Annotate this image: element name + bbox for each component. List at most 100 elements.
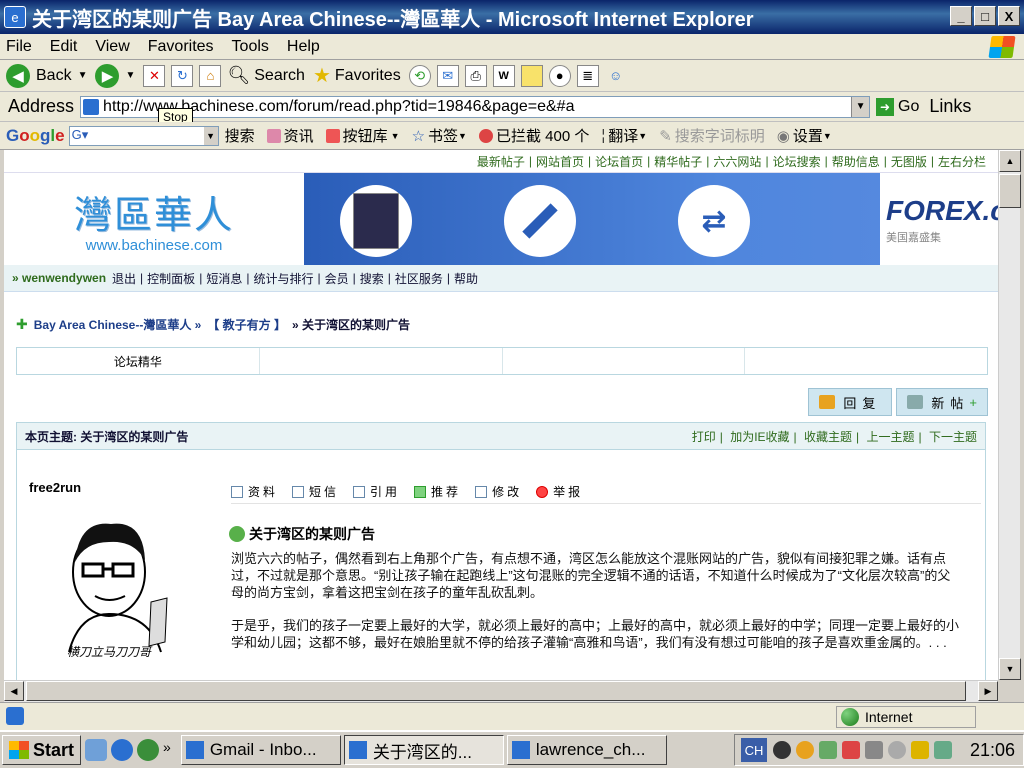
stats-link[interactable]: 统计与排行	[253, 270, 313, 287]
print-button[interactable]: ⎙	[464, 64, 487, 87]
messenger-tray-icon[interactable]	[819, 741, 837, 759]
popup-blocker[interactable]: 已拦截 400 个	[478, 125, 589, 146]
discuss-button[interactable]	[520, 64, 543, 87]
ie-icon: e	[4, 6, 26, 28]
address-input[interactable]: http://www.bachinese.com/forum/read.php?…	[80, 95, 871, 118]
archive-button[interactable]: ≣	[576, 64, 599, 87]
vertical-scrollbar[interactable]: ▲ ▼	[998, 150, 1021, 680]
add-ie-favorite-link[interactable]: 加为IE收藏	[730, 430, 789, 444]
nav-66[interactable]: 六六网站	[713, 153, 761, 170]
qq-tray-icon[interactable]	[773, 741, 791, 759]
profile-button[interactable]: 资料	[231, 483, 278, 500]
scroll-left-button[interactable]: ◀	[4, 681, 24, 701]
nav-help[interactable]: 帮助信息	[832, 153, 880, 170]
favorites-button[interactable]: ★ Favorites	[313, 63, 401, 88]
news-button[interactable]: 资讯	[266, 125, 314, 146]
hscroll-thumb[interactable]	[26, 681, 966, 701]
more-chevron-icon[interactable]: »	[163, 739, 171, 761]
message-button[interactable]: 短信	[292, 483, 339, 500]
print-link[interactable]: 打印	[692, 430, 716, 444]
menu-help[interactable]: Help	[287, 38, 320, 56]
back-button[interactable]: ◀ Back ▼	[6, 63, 87, 88]
task-forum[interactable]: 关于湾区的...	[343, 735, 504, 765]
go-button[interactable]: ➜ Go	[876, 97, 919, 116]
forward-button[interactable]: ▶ ▼	[95, 63, 135, 88]
horizontal-scrollbar[interactable]: ◀ ▶	[4, 680, 998, 702]
scroll-down-button[interactable]: ▼	[999, 658, 1021, 680]
media-player-icon[interactable]	[137, 739, 160, 761]
menu-tools[interactable]: Tools	[232, 38, 269, 56]
messages-link[interactable]: 短消息	[206, 270, 242, 287]
bookmarks-button[interactable]: ☆ 书签 ▼	[412, 125, 467, 146]
google-search-input[interactable]: G▾ ▼	[68, 125, 219, 146]
nav-home[interactable]: 网站首页	[536, 153, 584, 170]
nav-split[interactable]: 左右分栏	[938, 153, 986, 170]
report-button[interactable]: 举报	[536, 483, 583, 500]
ie-icon[interactable]	[111, 739, 134, 761]
site-logo[interactable]: 灣區華人 www.bachinese.com	[4, 173, 304, 265]
scroll-thumb[interactable]	[999, 174, 1021, 208]
desktop-icon[interactable]	[85, 739, 108, 761]
digest-link[interactable]: 论坛精华	[17, 348, 260, 374]
address-dropdown[interactable]: ▼	[851, 96, 870, 117]
nav-digest[interactable]: 精华帖子	[654, 153, 702, 170]
menu-file[interactable]: File	[6, 38, 32, 56]
home-button[interactable]: ⌂	[199, 64, 222, 87]
tray-icon[interactable]	[911, 741, 929, 759]
google-search-button[interactable]: 搜索	[225, 125, 255, 146]
highlight-button[interactable]: ✎ 搜索字词标明	[659, 125, 765, 146]
members-link[interactable]: 会员	[325, 270, 349, 287]
maximize-button[interactable]: □	[974, 6, 996, 26]
scroll-right-button[interactable]: ▶	[978, 681, 998, 701]
help-link[interactable]: 帮助	[454, 270, 478, 287]
mail-button[interactable]: ✉	[436, 64, 459, 87]
menu-favorites[interactable]: Favorites	[148, 38, 214, 56]
volume-icon[interactable]	[888, 741, 906, 759]
crumb-category[interactable]: 【 教子有方 】	[207, 316, 286, 333]
menu-view[interactable]: View	[95, 38, 129, 56]
task-lawrence[interactable]: lawrence_ch...	[506, 735, 667, 765]
reply-button[interactable]: 回复	[808, 388, 893, 416]
stop-button[interactable]: ✕	[143, 64, 166, 87]
post-author[interactable]: free2run	[29, 480, 81, 495]
settings-button[interactable]: ◉ 设置 ▼	[777, 125, 832, 146]
nav-search[interactable]: 论坛搜索	[773, 153, 821, 170]
prev-thread-link[interactable]: 上一主题	[867, 430, 915, 444]
task-gmail[interactable]: Gmail - Inbo...	[180, 735, 341, 765]
logout-link[interactable]: 退出	[112, 270, 136, 287]
close-button[interactable]: X	[998, 6, 1020, 26]
edit-button[interactable]: W	[492, 64, 515, 87]
minimize-button[interactable]: _	[950, 6, 972, 26]
links-button[interactable]: Links	[929, 96, 971, 117]
translate-button[interactable]: ¦ 翻译 ▼	[601, 125, 647, 146]
username-link[interactable]: » wenwendywen	[12, 271, 106, 285]
network-tray-icon[interactable]	[842, 741, 860, 759]
edit-button[interactable]: 修改	[475, 483, 522, 500]
forex-ad[interactable]: ⇄ FOREX.co美国嘉盛集	[304, 173, 998, 265]
qq-icon[interactable]: ●	[548, 64, 571, 87]
quote-button[interactable]: 引用	[353, 483, 400, 500]
menu-edit[interactable]: Edit	[50, 38, 78, 56]
crumb-forum[interactable]: Bay Area Chinese--灣區華人 »	[34, 316, 202, 333]
messenger-icon[interactable]: ☺	[605, 65, 627, 87]
button-gallery[interactable]: 按钮库 ▼	[325, 125, 400, 146]
recommend-button[interactable]: 推荐	[414, 483, 461, 500]
search-link[interactable]: 搜索	[360, 270, 384, 287]
search-button[interactable]: 🔍︎ Search	[227, 65, 305, 86]
tray-icon[interactable]	[796, 741, 814, 759]
refresh-button[interactable]: ↻	[171, 64, 194, 87]
tray-icon[interactable]	[934, 741, 952, 759]
nav-latest[interactable]: 最新帖子	[477, 153, 525, 170]
start-button[interactable]: Start	[2, 735, 82, 765]
history-button[interactable]: ⟲	[408, 64, 431, 87]
language-indicator[interactable]: CH	[741, 738, 767, 762]
new-post-button[interactable]: 新帖 +	[896, 388, 988, 416]
nav-forum-home[interactable]: 论坛首页	[595, 153, 643, 170]
bookmark-thread-link[interactable]: 收藏主题	[804, 430, 852, 444]
community-link[interactable]: 社区服务	[395, 270, 443, 287]
next-thread-link[interactable]: 下一主题	[929, 430, 977, 444]
nav-no-image[interactable]: 无图版	[891, 153, 927, 170]
control-panel-link[interactable]: 控制面板	[147, 270, 195, 287]
scroll-up-button[interactable]: ▲	[999, 150, 1021, 172]
tray-icon[interactable]	[865, 741, 883, 759]
